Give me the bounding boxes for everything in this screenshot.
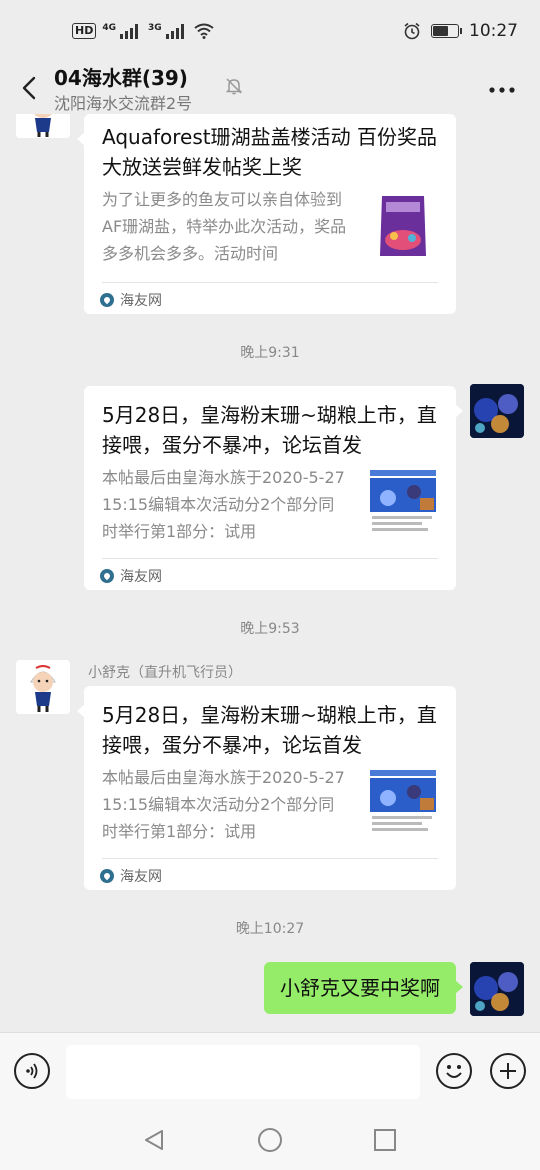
- status-right: 10:27: [403, 21, 518, 41]
- source-logo-icon: [100, 293, 114, 307]
- card-divider: [102, 858, 438, 859]
- coral-avatar-image: [470, 384, 524, 438]
- pilot-avatar-image: [16, 660, 70, 714]
- card-description: 本帖最后由皇海水族于2020-5-2715:15编辑本次活动分2个部分同时举行第…: [102, 468, 345, 541]
- chat-header: 04海水群(39) 沈阳海水交流群2号: [0, 62, 540, 114]
- sim1-network-label: 4G: [102, 23, 116, 33]
- timestamp: 晚上9:31: [240, 345, 300, 361]
- card-description: 为了让更多的鱼友可以亲自体验到AF珊湖盐，特举办此次活动，奖品多多机会多多。活动…: [102, 190, 347, 263]
- card-divider: [102, 558, 438, 559]
- bell-muted-icon: [225, 78, 243, 95]
- sender-avatar[interactable]: [16, 660, 70, 714]
- chat-subtitle: 沈阳海水交流群2号: [54, 94, 193, 113]
- more-icon: [489, 87, 515, 93]
- status-left: HD 4G 3G: [72, 23, 214, 39]
- link-card[interactable]: Aquaforest珊湖盐盖楼活动 百份奖品大放送尝鲜发帖奖上奖 为了让更多的鱼…: [77, 114, 456, 314]
- link-card[interactable]: 5月28日，皇海粉末珊~瑚粮上市，直接喂，蛋分不暴冲，论坛首发 本帖最后由皇海水…: [77, 686, 456, 890]
- card-thumbnail: [368, 190, 438, 260]
- back-arrow-icon: [22, 76, 36, 100]
- card-divider: [102, 282, 438, 283]
- triangle-back-icon[interactable]: [142, 1128, 166, 1152]
- plus-icon: [500, 1063, 516, 1079]
- sim1-signal-icon: [120, 23, 138, 39]
- more-functions-button[interactable]: [490, 1053, 526, 1089]
- input-bar: [0, 1032, 540, 1111]
- sim2-network-label: 3G: [148, 23, 162, 33]
- square-recent-icon[interactable]: [373, 1128, 397, 1152]
- system-navigation-bar: [0, 1110, 540, 1170]
- card-source-label: 海友网: [120, 569, 162, 585]
- card-title: 5月28日，皇海粉末珊~瑚粮上市，直接喂，蛋分不暴冲，论坛首发: [102, 703, 437, 757]
- timestamp: 晚上9:53: [240, 621, 300, 637]
- clock: 10:27: [469, 21, 518, 41]
- text-message-bubble[interactable]: 小舒克又要中奖啊: [264, 962, 463, 1014]
- card-source: 海友网: [100, 866, 162, 886]
- pilot-avatar-image: [16, 114, 70, 138]
- card-source: 海友网: [100, 290, 162, 310]
- self-avatar[interactable]: [470, 384, 524, 438]
- wifi-icon: [194, 23, 214, 39]
- card-description: 本帖最后由皇海水族于2020-5-2715:15编辑本次活动分2个部分同时举行第…: [102, 768, 345, 841]
- card-title: Aquaforest珊湖盐盖楼活动 百份奖品大放送尝鲜发帖奖上奖: [102, 125, 437, 179]
- source-logo-icon: [100, 569, 114, 583]
- back-button[interactable]: [14, 70, 44, 106]
- hd-badge: HD: [72, 23, 97, 39]
- link-card[interactable]: 5月28日，皇海粉末珊~瑚粮上市，直接喂，蛋分不暴冲，论坛首发 本帖最后由皇海水…: [84, 386, 463, 590]
- circle-home-icon[interactable]: [257, 1127, 283, 1153]
- more-button[interactable]: [488, 76, 516, 96]
- card-title: 5月28日，皇海粉末珊~瑚粮上市，直接喂，蛋分不暴冲，论坛首发: [102, 403, 437, 457]
- chat-title: 04海水群(39): [54, 66, 188, 90]
- card-thumbnail: [368, 468, 438, 538]
- sender-name: 小舒克（直升机飞行员）: [88, 665, 242, 681]
- coral-avatar-image: [470, 962, 524, 1016]
- voice-icon: [26, 1063, 38, 1079]
- emoji-icon: [446, 1065, 462, 1078]
- battery-icon: [431, 24, 462, 38]
- voice-button[interactable]: [14, 1053, 50, 1089]
- card-thumbnail: [368, 768, 438, 838]
- battery-fill: [433, 26, 449, 36]
- sender-avatar[interactable]: [16, 114, 70, 138]
- card-source-label: 海友网: [120, 869, 162, 885]
- source-logo-icon: [100, 869, 114, 883]
- sim2-signal-icon: [165, 23, 184, 39]
- emoji-button[interactable]: [436, 1053, 472, 1089]
- card-source-label: 海友网: [120, 293, 162, 309]
- timestamp: 晚上10:27: [235, 921, 305, 937]
- alarm-icon: [404, 22, 420, 40]
- status-bar: HD 4G 3G 10:27: [0, 0, 540, 62]
- chat-area[interactable]: Aquaforest珊湖盐盖楼活动 百份奖品大放送尝鲜发帖奖上奖 为了让更多的鱼…: [0, 114, 540, 1032]
- self-avatar[interactable]: [470, 962, 524, 1016]
- card-source: 海友网: [100, 566, 162, 586]
- message-input[interactable]: [66, 1045, 420, 1099]
